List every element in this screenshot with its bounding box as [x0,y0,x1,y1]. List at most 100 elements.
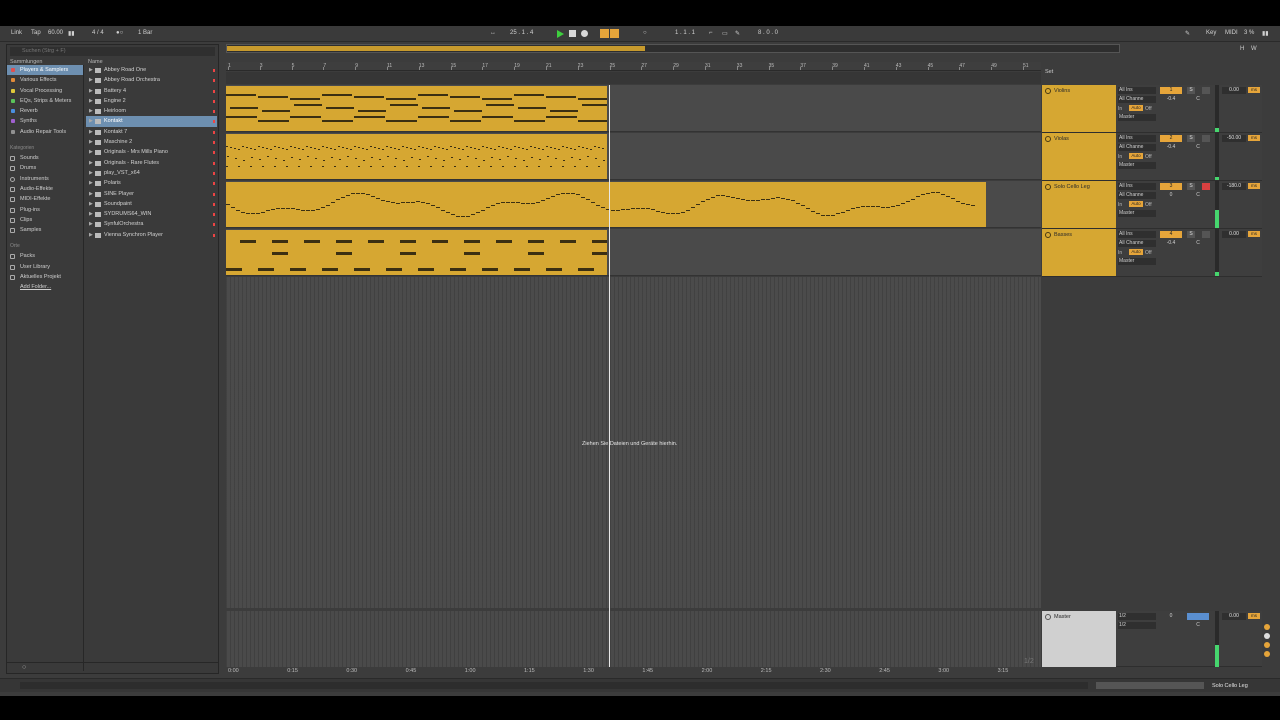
list-item[interactable]: ▶ SynfulOrchestra [86,219,217,229]
track-title[interactable]: Violins [1042,85,1116,132]
midi-clip[interactable] [226,230,607,275]
monitor-off[interactable]: Off [1145,106,1152,112]
volume-field[interactable]: 0.00 [1222,87,1246,94]
input-type-select[interactable]: All Ins [1118,231,1156,238]
volume-field[interactable]: -180.0 [1222,183,1246,190]
list-item[interactable]: ▶ Kontakt [86,116,217,127]
monitor-in[interactable]: In [1118,154,1122,160]
arm-button[interactable] [1202,87,1210,94]
time-ruler[interactable]: 0:00 0:15 0:30 0:45 1:00 1:15 1:30 1:45 2:00 2:15… [226,668,1041,676]
expand-icon[interactable]: ▶ [89,230,93,240]
master-out-select[interactable]: 1/2 [1118,622,1156,629]
input-type-select[interactable]: All Ins [1118,135,1156,142]
solo-button[interactable]: S [1187,135,1195,142]
toggle-icon[interactable] [1264,642,1270,648]
arm-button[interactable] [1202,183,1210,190]
solo-button[interactable]: S [1187,87,1195,94]
search-input[interactable]: Suchen (Strg + F) [10,47,215,56]
follow-icon[interactable]: ↔ [490,30,496,36]
expand-icon[interactable]: ▶ [89,209,93,219]
track-activator[interactable]: 2 [1160,135,1182,142]
list-item[interactable]: ▶ Kontakt 7 [86,127,217,137]
category-clips[interactable]: Clips [7,215,83,225]
expand-icon[interactable]: ▶ [89,127,93,137]
fold-icon[interactable] [1045,136,1051,142]
fold-icon[interactable] [1045,232,1051,238]
collection-item[interactable]: Vocal Processing [7,86,83,96]
fold-icon[interactable] [1045,184,1051,190]
quantization-select[interactable]: 1 Bar [138,30,152,36]
tempo-field[interactable]: 60.00 [48,30,63,36]
input-channel-select[interactable]: All Channe [1118,192,1156,199]
expand-icon[interactable]: ▶ [89,199,93,209]
expand-icon[interactable]: ▶ [89,86,93,96]
record-icon[interactable] [581,30,588,37]
collection-item[interactable]: Players & Samplers [7,65,83,76]
toggle-icon[interactable] [1264,633,1270,639]
pan-center[interactable]: C [1187,192,1209,199]
track-activator[interactable]: 4 [1160,231,1182,238]
pan-value[interactable]: -0.4 [1160,144,1182,151]
list-item[interactable]: ▶ Soundpaint [86,199,217,209]
delay-unit[interactable]: ms [1248,613,1260,619]
cue-volume[interactable] [1187,613,1209,620]
list-item[interactable]: ▶ Originals - Rare Flutes [86,158,217,168]
tap-button[interactable]: Tap [31,30,41,36]
category-instruments[interactable]: Instruments [7,174,83,184]
category-audio-effects[interactable]: Audio-Effekte [7,184,83,194]
width-toggle[interactable]: W [1251,46,1257,52]
list-item[interactable]: ▶ SYDRUMS64_WIN [86,209,217,219]
toggle-icon[interactable] [1264,651,1270,657]
pan-value[interactable]: -0.4 [1160,96,1182,103]
midi-clip[interactable] [226,182,986,227]
drop-area[interactable]: Ziehen Sie Dateien und Geräte hierhin. [226,277,1041,608]
preview-icon[interactable]: ○ [22,664,26,671]
master-pan-value[interactable]: 0 [1160,613,1182,620]
monitor-auto-button[interactable]: Auto [1129,153,1143,159]
list-item[interactable]: ▶ Polaris [86,178,217,188]
fold-icon[interactable] [1045,88,1051,94]
output-select[interactable]: Master [1118,114,1156,121]
list-item[interactable]: ▶ SINE Player [86,189,217,199]
expand-icon[interactable]: ▶ [89,96,93,106]
collection-item[interactable]: EQs, Strips & Meters [7,96,83,106]
expand-icon[interactable]: ▶ [89,158,93,168]
place-packs[interactable]: Packs [7,251,83,261]
arm-button[interactable] [1202,135,1210,142]
monitor-auto-button[interactable]: Auto [1129,105,1143,111]
track-lane-violins[interactable] [226,85,1041,132]
loop-icon[interactable]: ▭ [722,30,728,37]
arm-button[interactable] [1202,231,1210,238]
output-select[interactable]: Master [1118,210,1156,217]
expand-icon[interactable]: ▶ [89,106,93,116]
master-lane[interactable] [226,611,1041,667]
midi-clip[interactable] [226,134,607,179]
draw-mode-icon[interactable]: ✎ [735,30,740,37]
fold-icon[interactable] [1045,614,1051,620]
loop-brace-strip[interactable] [226,72,1041,84]
punch-icon[interactable]: ⌐ [709,30,713,36]
expand-icon[interactable]: ▶ [89,147,93,157]
track-activator[interactable]: 1 [1160,87,1182,94]
pan-center[interactable]: C [1187,96,1209,103]
list-item[interactable]: ▶ Battery 4 [86,86,217,96]
input-channel-select[interactable]: All Channe [1118,96,1156,103]
cue-out-select[interactable]: 1/2 [1118,613,1156,620]
arrangement-overview[interactable] [226,44,1120,53]
category-samples[interactable]: Samples [7,225,83,235]
monitor-off[interactable]: Off [1145,154,1152,160]
toggle-icon[interactable] [1264,624,1270,630]
midi-clip[interactable] [226,86,607,131]
category-drums[interactable]: Drums [7,163,83,173]
monitor-off[interactable]: Off [1145,202,1152,208]
overdub-button[interactable] [600,29,609,38]
mini-overview[interactable] [1096,682,1204,689]
list-item[interactable]: ▶ Vienna Synchron Player [86,230,217,240]
height-toggle[interactable]: H [1240,46,1244,52]
play-icon[interactable] [557,30,564,38]
track-lane-violas[interactable] [226,133,1041,180]
track-title[interactable]: Basses [1042,229,1116,276]
output-select[interactable]: Master [1118,162,1156,169]
track-title[interactable]: Violas [1042,133,1116,180]
loop-length-field[interactable]: 8 . 0 . 0 [758,30,778,36]
